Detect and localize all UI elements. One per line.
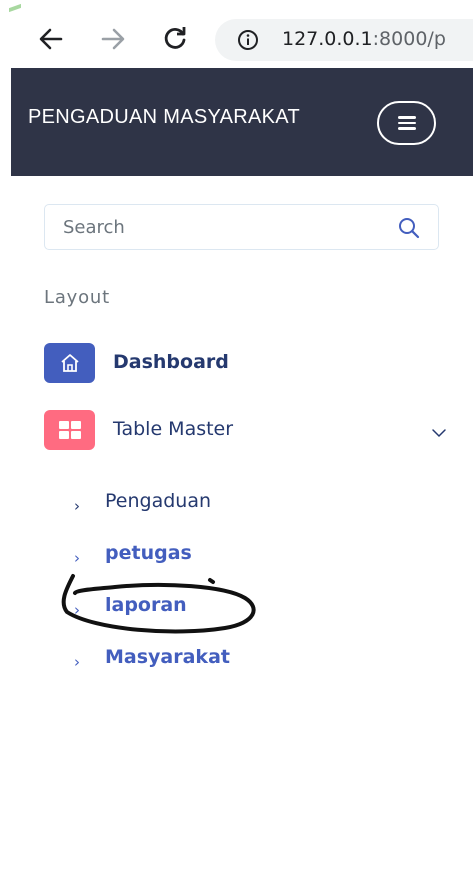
browser-toolbar: 127.0.0.1:8000/p (0, 0, 473, 68)
reload-icon (164, 27, 186, 49)
submenu-item-label: Pengaduan (105, 490, 212, 512)
sidebar-item-label: Dashboard (113, 351, 229, 373)
grid-icon (44, 410, 95, 450)
sidebar-item-dashboard[interactable]: Dashboard (44, 343, 454, 383)
arrow-right-icon (101, 28, 125, 50)
app-title: PENGADUAN MASYARAKAT (28, 106, 300, 128)
chevron-right-icon: › (74, 549, 80, 567)
search-icon[interactable] (397, 216, 421, 240)
corner-mark (9, 3, 21, 13)
chevron-right-icon: › (74, 601, 80, 619)
menu-toggle-button[interactable] (377, 101, 436, 145)
home-icon (44, 343, 95, 383)
sidebar-item-table-master[interactable]: Table Master (44, 410, 454, 450)
chevron-down-icon[interactable] (431, 425, 447, 441)
submenu-item-label: laporan (105, 594, 187, 616)
forward-button[interactable] (96, 22, 130, 56)
reload-button[interactable] (158, 22, 192, 56)
url-path: :8000/p (372, 28, 446, 50)
submenu-item-label: petugas (105, 542, 192, 564)
sidebar-section-title: Layout (44, 287, 110, 308)
submenu-item-label: Masyarakat (105, 646, 230, 668)
back-button[interactable] (34, 22, 68, 56)
app-header: PENGADUAN MASYARAKAT (11, 68, 473, 176)
submenu-item-laporan[interactable]: › laporan (74, 594, 374, 624)
address-bar[interactable]: 127.0.0.1:8000/p (215, 19, 473, 61)
chevron-right-icon: › (74, 653, 80, 671)
submenu-item-petugas[interactable]: › petugas (74, 542, 374, 572)
url-text[interactable]: 127.0.0.1:8000/p (282, 28, 446, 50)
chevron-right-icon: › (74, 497, 80, 515)
submenu-item-pengaduan[interactable]: › Pengaduan (74, 490, 374, 520)
submenu-item-masyarakat[interactable]: › Masyarakat (74, 646, 374, 676)
hamburger-icon (397, 116, 416, 130)
info-icon[interactable] (237, 29, 259, 51)
search-box (44, 204, 439, 250)
search-input[interactable] (45, 205, 385, 249)
sidebar-item-label: Table Master (113, 418, 234, 440)
arrow-left-icon (39, 28, 63, 50)
url-host: 127.0.0.1 (282, 28, 373, 50)
